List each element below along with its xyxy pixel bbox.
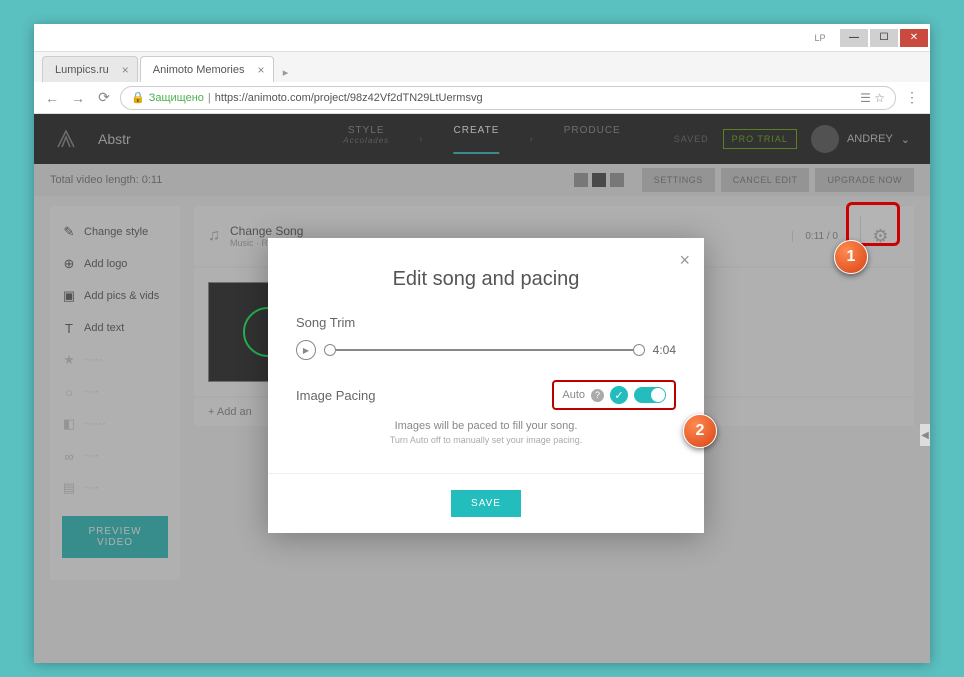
back-button[interactable]: ← — [42, 88, 62, 108]
song-duration: 4:04 — [653, 343, 676, 357]
trim-slider[interactable] — [326, 349, 643, 351]
auto-label: Auto — [562, 389, 585, 401]
song-trim-label: Song Trim — [296, 315, 676, 330]
image-pacing-label: Image Pacing — [296, 388, 376, 403]
pacing-row: Image Pacing Auto ? ✓ — [296, 380, 676, 410]
address-bar: ← → ⟳ 🔒 Защищено | https://animoto.com/p… — [34, 82, 930, 114]
annotation-callout-1: 1 — [834, 240, 868, 274]
close-modal-button[interactable]: × — [679, 250, 690, 271]
song-trim-section: Song Trim ▶ 4:04 — [268, 315, 704, 380]
menu-button[interactable]: ⋮ — [902, 88, 922, 108]
lock-icon: 🔒 — [131, 91, 145, 104]
maximize-button[interactable]: ☐ — [870, 29, 898, 47]
url-input[interactable]: 🔒 Защищено | https://animoto.com/project… — [120, 86, 896, 110]
image-pacing-section: Image Pacing Auto ? ✓ Images will be pac… — [268, 380, 704, 473]
browser-window: LP — ☐ ✕ Lumpics.ru × Animoto Memories ×… — [34, 24, 930, 662]
annotation-callout-2: 2 — [683, 414, 717, 448]
modal-title: Edit song and pacing — [268, 238, 704, 315]
reload-button[interactable]: ⟳ — [94, 88, 114, 108]
auto-pacing-toggle[interactable] — [634, 387, 666, 403]
tab-lumpics[interactable]: Lumpics.ru × — [42, 56, 138, 82]
edit-song-modal: × Edit song and pacing Song Trim ▶ 4:04 … — [268, 238, 704, 533]
side-panel-handle[interactable]: ◀ — [920, 424, 930, 446]
close-tab-icon[interactable]: × — [122, 63, 129, 77]
pacing-hint: Turn Auto off to manually set your image… — [296, 435, 676, 445]
close-window-button[interactable]: ✕ — [900, 29, 928, 47]
tab-animoto[interactable]: Animoto Memories × — [140, 56, 274, 82]
slider-end-handle[interactable] — [633, 344, 645, 356]
window-titlebar: LP — ☐ ✕ — [34, 24, 930, 52]
browser-tabs: Lumpics.ru × Animoto Memories × ▸ — [34, 52, 930, 82]
close-tab-icon[interactable]: × — [257, 63, 264, 77]
tab-label: Animoto Memories — [153, 64, 245, 76]
translate-icon[interactable]: ☰ ☆ — [860, 91, 885, 105]
minimize-button[interactable]: — — [840, 29, 868, 47]
save-button[interactable]: SAVE — [451, 490, 521, 517]
auto-pacing-group: Auto ? ✓ — [552, 380, 676, 410]
new-tab-button[interactable]: ▸ — [276, 62, 296, 82]
modal-footer: SAVE — [268, 473, 704, 533]
lp-badge: LP — [808, 30, 832, 46]
trim-controls: ▶ 4:04 — [296, 340, 676, 360]
help-icon[interactable]: ? — [591, 389, 604, 402]
forward-button[interactable]: → — [68, 88, 88, 108]
toggle-knob — [651, 388, 665, 402]
check-icon: ✓ — [610, 386, 628, 404]
tab-label: Lumpics.ru — [55, 64, 109, 76]
play-button[interactable]: ▶ — [296, 340, 316, 360]
url-text: https://animoto.com/project/98z42Vf2dTN2… — [215, 92, 483, 104]
slider-start-handle[interactable] — [324, 344, 336, 356]
secure-label: Защищено — [149, 92, 204, 104]
app-viewport: Abstr STYLE Accolades › CREATE › PRODUCE… — [34, 114, 930, 663]
pacing-description: Images will be paced to fill your song. — [296, 420, 676, 432]
